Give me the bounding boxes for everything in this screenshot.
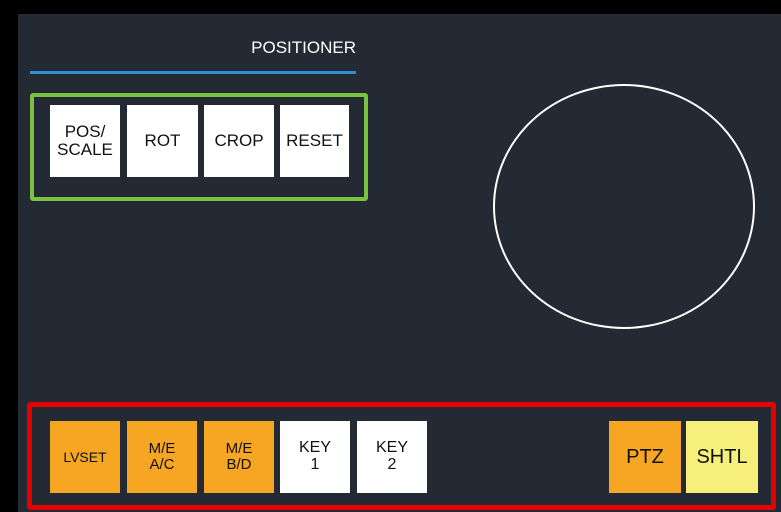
rot-button[interactable]: ROT — [127, 105, 198, 177]
crop-button[interactable]: CROP — [204, 105, 274, 177]
ptz-label: PTZ — [626, 445, 664, 468]
reset-label: RESET — [286, 131, 343, 151]
me-bd-button[interactable]: M/E B/D — [204, 421, 274, 493]
positioner-joystick-dial[interactable] — [493, 84, 755, 329]
title-underline — [30, 71, 356, 74]
positioner-title: POSITIONER — [251, 38, 356, 57]
ptz-button[interactable]: PTZ — [609, 421, 681, 493]
rot-label: ROT — [144, 131, 181, 151]
reset-button[interactable]: RESET — [280, 105, 349, 177]
me-ac-button[interactable]: M/E A/C — [127, 421, 197, 493]
crop-label: CROP — [214, 131, 264, 151]
key-1-button[interactable]: KEY 1 — [280, 421, 350, 493]
pos-scale-label: POS/ SCALE — [57, 122, 113, 159]
key-2-label: KEY 2 — [375, 439, 408, 473]
pos-scale-button[interactable]: POS/ SCALE — [50, 105, 120, 177]
me-bd-label: M/E B/D — [225, 440, 253, 473]
shtl-label: SHTL — [696, 445, 748, 468]
key-2-button[interactable]: KEY 2 — [357, 421, 427, 493]
lvset-button[interactable]: LVSET — [50, 421, 120, 493]
lvset-label: LVSET — [63, 448, 107, 465]
key-1-label: KEY 1 — [298, 439, 331, 473]
me-ac-label: M/E A/C — [148, 440, 176, 473]
shtl-button[interactable]: SHTL — [686, 421, 758, 493]
